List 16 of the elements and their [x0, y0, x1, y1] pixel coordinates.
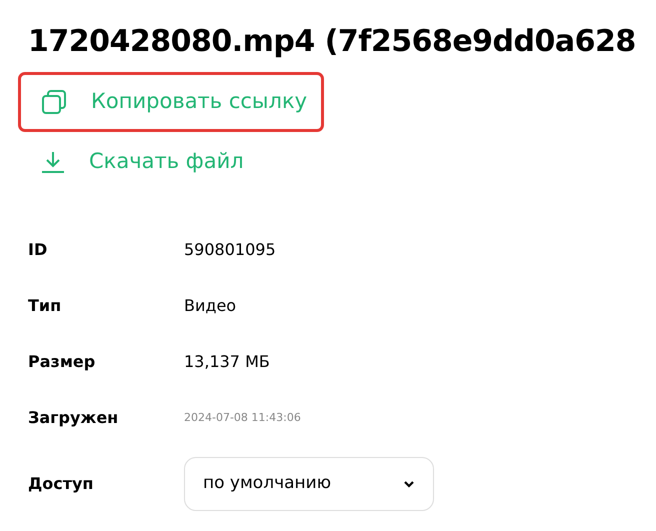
detail-value: Видео: [184, 295, 236, 317]
download-button[interactable]: Скачать файл: [18, 132, 324, 192]
detail-label: Загружен: [28, 407, 120, 429]
detail-label: Тип: [28, 295, 62, 317]
copy-link-button[interactable]: Копировать ссылку: [18, 72, 324, 132]
upload-timestamp: 2024-07-08 11:43:06: [184, 410, 301, 426]
detail-value: 13,137 МБ: [184, 351, 270, 373]
detail-label: Размер: [28, 351, 96, 373]
detail-value: 590801095: [184, 239, 276, 261]
copy-icon: [41, 89, 67, 115]
detail-label: ID: [28, 239, 48, 261]
download-icon: [41, 151, 65, 173]
access-select[interactable]: по умолчанию: [184, 457, 434, 511]
file-title: 1720428080.mp4 (7f2568e9dd0a628: [28, 23, 637, 61]
chevron-down-icon: [403, 480, 415, 488]
detail-label: Доступ: [28, 473, 94, 495]
